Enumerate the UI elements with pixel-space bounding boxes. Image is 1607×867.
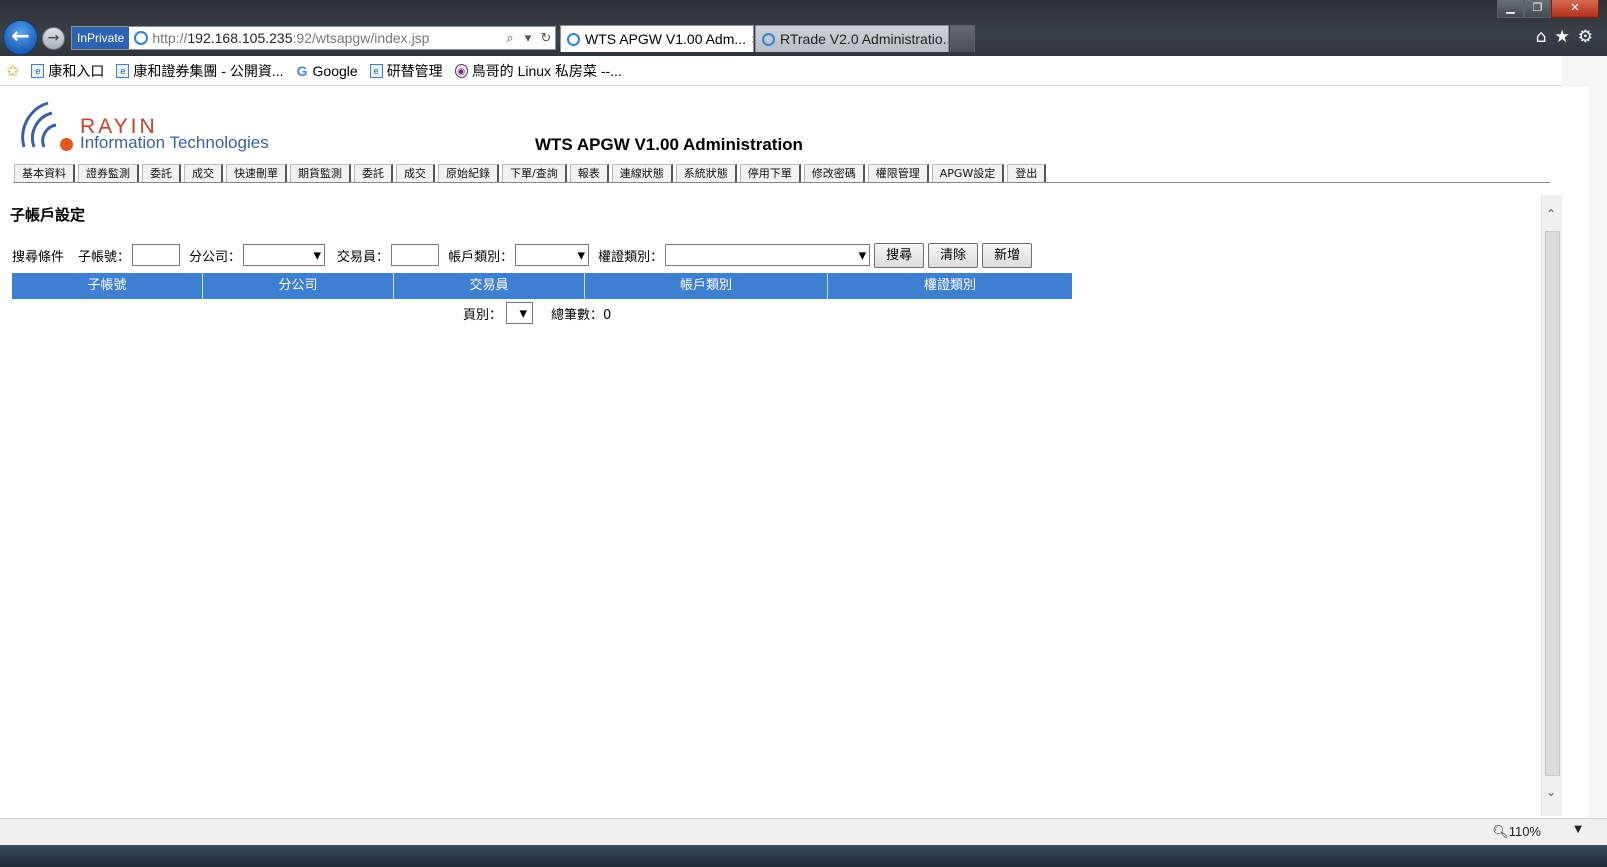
site-icon: ◉ xyxy=(454,63,468,78)
ie-page-icon xyxy=(134,31,149,45)
nav-tab-raw-logs[interactable]: 原始紀錄 xyxy=(438,164,499,182)
restore-icon[interactable]: ❐ xyxy=(1524,0,1551,18)
ie-page-icon: e xyxy=(31,63,45,78)
page-title: WTS APGW V1.00 Administration xyxy=(535,135,803,154)
section-title: 子帳戶設定 xyxy=(10,206,86,224)
nav-tab-system-status[interactable]: 系統狀態 xyxy=(675,164,737,182)
vertical-scrollbar[interactable]: ⌃ ⌄ xyxy=(1541,195,1562,816)
ie-page-icon xyxy=(567,33,580,46)
sub-account-input[interactable] xyxy=(132,244,181,266)
nav-tab-basic-info[interactable]: 基本資料 xyxy=(14,164,75,182)
favorites-bar: ✩ e 康和入口 e 康和證券集團 - 公開資... G Google e 研替管理 ◉… xyxy=(0,56,1607,86)
nav-tab-trades[interactable]: 成交 xyxy=(184,164,223,182)
home-icon[interactable]: ⌂ xyxy=(1536,27,1547,47)
scroll-thumb[interactable] xyxy=(1545,231,1560,776)
favorite-link[interactable]: ◉ 鳥哥的 Linux 私房菜 --... xyxy=(454,61,622,81)
page-select[interactable] xyxy=(506,302,534,324)
nav-tab-stock-monitor[interactable]: 證券監測 xyxy=(78,164,139,182)
browser-tab-active[interactable]: WTS APGW V1.00 Adm... × xyxy=(560,25,754,52)
search-criteria-label: 搜尋條件 xyxy=(12,249,65,265)
page-content: RAYIN Information Technologies WTS APGW … xyxy=(0,87,1588,836)
nav-tab-disable-orders[interactable]: 停用下單 xyxy=(739,164,801,182)
trader-input[interactable] xyxy=(391,244,440,266)
account-type-label: 帳戶類別： xyxy=(448,249,514,265)
clear-button[interactable]: 清除 xyxy=(928,242,979,268)
nav-tab-change-password[interactable]: 修改密碼 xyxy=(803,164,865,182)
column-branch: 分公司 xyxy=(203,273,394,299)
address-bar[interactable]: InPrivate http://192.168.105.235:92/wtsa… xyxy=(71,26,556,50)
browser-toolbar: ⌂ ★ ⚙ xyxy=(1536,27,1593,47)
nav-tab-connection-status[interactable]: 連線狀態 xyxy=(611,164,673,182)
pager: 頁別： 總筆數：0 xyxy=(463,302,611,324)
logo-subtitle: Information Technologies xyxy=(80,133,269,152)
branch-select[interactable] xyxy=(243,244,326,266)
minimize-icon[interactable]: ▁ xyxy=(1497,0,1524,18)
search-icon[interactable]: ⌕ xyxy=(501,31,519,46)
results-table-header: 子帳號 分公司 交易員 帳戶類別 權證類別 xyxy=(12,273,1072,299)
nav-tab-futures-monitor[interactable]: 期貨監測 xyxy=(290,164,351,182)
nav-tab-logout[interactable]: 登出 xyxy=(1007,164,1047,182)
search-form: 搜尋條件 子帳號： 分公司： 交易員： 帳戶類別： 權證類別： 搜尋 清除 新增 xyxy=(12,242,1033,268)
column-trader: 交易員 xyxy=(394,273,585,299)
ie-page-icon: e xyxy=(369,63,383,78)
favorite-link[interactable]: e 康和證券集團 - 公開資... xyxy=(116,61,284,81)
nav-tab-reports[interactable]: 報表 xyxy=(569,164,609,182)
browser-tab[interactable]: RTrade V2.0 Administratio... xyxy=(755,25,949,52)
tab-label: WTS APGW V1.00 Adm... xyxy=(585,31,747,47)
account-type-select[interactable] xyxy=(515,244,590,266)
zoom-icon: 🔍︎ xyxy=(1492,824,1509,839)
close-tab-icon[interactable]: × xyxy=(751,31,753,52)
nav-tab-quick-cancel[interactable]: 快速刪單 xyxy=(226,164,287,182)
refresh-icon[interactable]: ↻ xyxy=(537,31,555,46)
scroll-down-icon[interactable]: ⌄ xyxy=(1546,785,1556,799)
column-account-type: 帳戶類別 xyxy=(585,273,828,299)
browser-chrome: ▁ ❐ ✕ ← → InPrivate http://192.168.105.2… xyxy=(0,0,1607,56)
permission-type-label: 權證類別： xyxy=(598,249,664,265)
favorites-star-icon[interactable]: ★ xyxy=(1555,27,1570,47)
favorite-link[interactable]: e 研替管理 xyxy=(369,61,443,81)
favorite-link[interactable]: G Google xyxy=(296,63,358,79)
sub-account-label: 子帳號： xyxy=(78,249,131,265)
search-button[interactable]: 搜尋 xyxy=(874,242,925,268)
zoom-dropdown-icon[interactable]: ▼ xyxy=(1574,824,1582,835)
logo-dot xyxy=(60,138,73,151)
total-count: 總筆數：0 xyxy=(551,307,612,323)
branch-label: 分公司： xyxy=(189,249,242,265)
back-arrow-icon[interactable]: ← xyxy=(3,20,38,55)
company-logo: RAYIN Information Technologies xyxy=(18,97,288,155)
nav-tab-futures-orders[interactable]: 委託 xyxy=(354,164,393,182)
tab-label: RTrade V2.0 Administratio... xyxy=(780,31,949,47)
new-tab-button[interactable] xyxy=(950,25,975,52)
status-bar: 🔍︎110% ▼ xyxy=(0,818,1607,845)
trader-label: 交易員： xyxy=(337,249,390,265)
main-nav-tabs: 基本資料 證券監測 委託 成交 快速刪單 期貨監測 委託 成交 原始紀錄 下單/… xyxy=(14,163,1550,183)
nav-tab-futures-trades[interactable]: 成交 xyxy=(396,164,435,182)
close-window-icon[interactable]: ✕ xyxy=(1551,0,1599,18)
column-sub-account: 子帳號 xyxy=(12,273,203,299)
ie-page-icon xyxy=(762,33,775,46)
column-permission-type: 權證類別 xyxy=(923,278,976,293)
os-taskbar xyxy=(0,845,1607,867)
page-label: 頁別： xyxy=(463,307,503,323)
dropdown-caret-icon[interactable]: ▾ xyxy=(519,31,537,46)
url-text[interactable]: http://192.168.105.235:92/wtsapgw/index.… xyxy=(152,30,501,46)
favorites-add-icon[interactable]: ✩ xyxy=(6,61,19,81)
nav-tab-permissions[interactable]: 權限管理 xyxy=(867,164,929,182)
scroll-up-icon[interactable]: ⌃ xyxy=(1546,207,1556,221)
nav-tab-order-query[interactable]: 下單/查詢 xyxy=(502,164,567,182)
inprivate-badge: InPrivate xyxy=(72,27,130,49)
permission-type-select[interactable] xyxy=(665,244,871,266)
forward-arrow-icon[interactable]: → xyxy=(42,27,65,50)
gear-icon[interactable]: ⚙ xyxy=(1578,27,1593,47)
zoom-level[interactable]: 🔍︎110% xyxy=(1492,824,1541,840)
favorite-link[interactable]: e 康和入口 xyxy=(31,61,104,81)
window-controls: ▁ ❐ ✕ xyxy=(1497,0,1599,18)
nav-tab-apgw-settings[interactable]: APGW設定 xyxy=(931,164,1005,182)
add-button[interactable]: 新增 xyxy=(982,242,1033,268)
ie-page-icon: e xyxy=(116,63,130,78)
google-icon: G xyxy=(296,62,308,79)
nav-tab-orders[interactable]: 委託 xyxy=(142,164,181,182)
